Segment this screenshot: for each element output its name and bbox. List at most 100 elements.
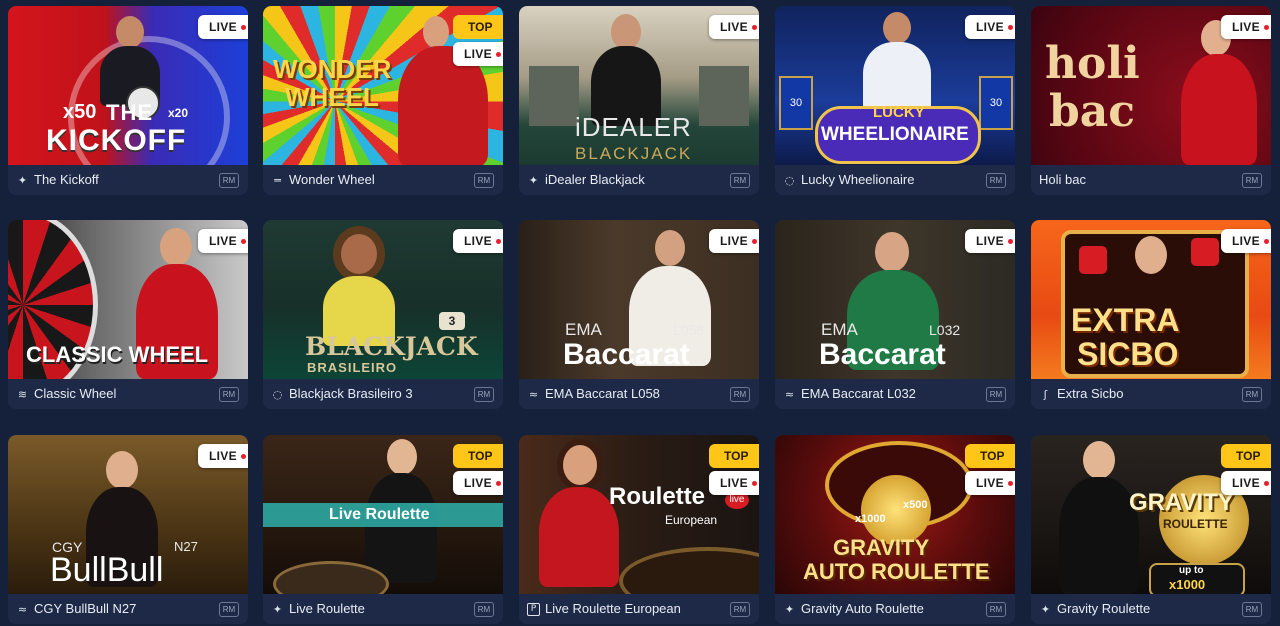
host-head [1135,236,1167,274]
art-title-line1: Live Roulette [329,506,430,523]
game-card-blackjack-brasileiro-3[interactable]: 3 BLACKJACK BRASILEIRO LIVE ◌ Blackjack … [263,220,503,409]
prize-caption: up to [1179,565,1204,576]
dealer-head [1083,441,1115,479]
game-card-classic-wheel[interactable]: CLASSIC WHEEL LIVE ≋ Classic Wheel RM [8,220,248,409]
card-footer: P Live Roulette European RM [519,594,759,624]
game-card-lucky-wheelionaire[interactable]: 30 30 LUCKY WHEELIONAIRE LIVE ◌ Lucky Wh… [775,6,1015,195]
multiplier-left: x50 [63,101,97,123]
live-badge: LIVE [1221,471,1271,495]
rm-badge: RM [986,173,1006,188]
rm-badge: RM [730,387,750,402]
seat-number: 3 [439,312,465,330]
art-title-line1: BLACKJACK [305,332,478,361]
game-name[interactable]: CGY BullBull N27 [34,601,136,616]
game-name[interactable]: Gravity Auto Roulette [801,601,924,616]
top-badge: TOP [1221,444,1271,468]
game-name[interactable]: Lucky Wheelionaire [801,172,914,187]
art-title-line1: Roulette [609,483,705,510]
art-title-line2: SICBO [1077,336,1179,372]
host-figure [1181,54,1257,165]
rm-badge: RM [474,387,494,402]
live-badge: LIVE [453,42,503,66]
game-card-ema-baccarat-l058[interactable]: EMA L058 Baccarat LIVE ≈ EMA Baccarat L0… [519,220,759,409]
dealer-figure [1059,477,1139,594]
live-badge: LIVE [453,471,503,495]
host-figure [863,42,931,112]
game-card-wonder-wheel[interactable]: WONDER WHEEL TOP LIVE ═ Wonder Wheel RM [263,6,503,195]
host-head [423,16,449,48]
rm-badge: RM [1242,173,1262,188]
card-footer: ═ Wonder Wheel RM [263,165,503,195]
dealer-figure [365,473,437,583]
game-name[interactable]: Extra Sicbo [1057,386,1123,401]
top-badge: TOP [453,15,503,39]
game-name[interactable]: iDealer Blackjack [545,172,645,187]
art-title-line2: BRASILEIRO [307,360,398,375]
card-footer: Holi bac RM [1031,165,1271,195]
rm-badge: RM [219,387,239,402]
game-card-holi-bac[interactable]: holi bac LIVE Holi bac RM [1031,6,1271,195]
game-card-ema-baccarat-l032[interactable]: EMA L032 Baccarat LIVE ≈ EMA Baccarat L0… [775,220,1015,409]
provider-icon: ═ [274,174,281,187]
provider-icon: ◌ [272,388,283,401]
live-badge: LIVE [965,15,1015,39]
table-code: L032 [929,322,961,338]
art-title-line1: WONDER [273,54,392,84]
live-badge: LIVE [198,229,248,253]
game-name[interactable]: Holi bac [1039,172,1086,187]
art-title-line1: EMA [821,320,858,339]
game-card-live-roulette[interactable]: Live Roulette TOP LIVE ✦ Live Roulette R… [263,435,503,624]
art-title-line1: LUCKY [873,104,925,121]
art-title-line2: Baccarat [563,338,690,371]
top-badge: TOP [965,444,1015,468]
dealer-head [106,451,138,489]
game-grid: x50 x20 THE KICKOFF LIVE ✦ The Kickoff R… [0,0,1280,626]
game-card-the-kickoff[interactable]: x50 x20 THE KICKOFF LIVE ✦ The Kickoff R… [8,6,248,195]
art-title-line2: KICKOFF [46,124,187,157]
game-name[interactable]: The Kickoff [34,172,99,187]
star-icon: ✦ [17,174,28,187]
live-badge: LIVE [198,444,248,468]
game-card-idealer-blackjack[interactable]: iDEALER BLACKJACK LIVE ✦ iDealer Blackja… [519,6,759,195]
game-card-gravity-auto-roulette[interactable]: x1000 x500 GRAVITY AUTO ROULETTE TOP LIV… [775,435,1015,624]
game-name[interactable]: EMA Baccarat L032 [801,386,916,401]
star-icon: ✦ [528,174,539,187]
dealer-head [611,14,641,50]
art-title-line2: BullBull [50,551,164,589]
dealer-head [341,234,377,274]
dealer-head [563,445,597,485]
card-footer: ◌ Blackjack Brasileiro 3 RM [263,379,503,409]
art-title-line2: ROULETTE [1163,517,1228,531]
dealer-head [875,232,909,272]
art-title-line2: European [665,513,718,527]
live-badge: LIVE [1221,15,1271,39]
art-title-line1: EMA [565,320,602,339]
art-title-line1: iDEALER [575,112,692,142]
game-name[interactable]: Live Roulette [289,601,365,616]
game-name[interactable]: Wonder Wheel [289,172,375,187]
multiplier-left: x1000 [855,513,886,525]
art-title-line2: WHEELIONAIRE [821,124,969,145]
game-name[interactable]: Classic Wheel [34,386,116,401]
live-badge: LIVE [453,229,503,253]
game-card-extra-sicbo[interactable]: EXTRA SICBO LIVE ʃ Extra Sicbo RM [1031,220,1271,409]
game-card-live-roulette-european[interactable]: Roulette live European TOP LIVE P Live R… [519,435,759,624]
backdrop-panel [699,66,749,126]
card-footer: ≋ Classic Wheel RM [8,379,248,409]
rm-badge: RM [474,602,494,617]
provider-icon: ≈ [17,603,28,616]
game-name[interactable]: EMA Baccarat L058 [545,386,660,401]
game-name[interactable]: Gravity Roulette [1057,601,1150,616]
game-card-gravity-roulette[interactable]: GRAVITY ROULETTE up to x1000 TOP LIVE ✦ … [1031,435,1271,624]
backdrop-panel [529,66,579,126]
game-name[interactable]: Blackjack Brasileiro 3 [289,386,413,401]
provider-icon: ≋ [17,388,28,401]
dice-icon [1079,246,1107,274]
game-name[interactable]: Live Roulette European [545,601,681,616]
rm-badge: RM [474,173,494,188]
art-title-line1: EXTRA [1071,302,1180,338]
rm-badge: RM [986,387,1006,402]
table-code: L058 [673,322,705,338]
game-card-cgy-bullbull-n27[interactable]: CGY N27 BullBull LIVE ≈ CGY BullBull N27… [8,435,248,624]
art-title-line1: holi [1045,38,1140,89]
